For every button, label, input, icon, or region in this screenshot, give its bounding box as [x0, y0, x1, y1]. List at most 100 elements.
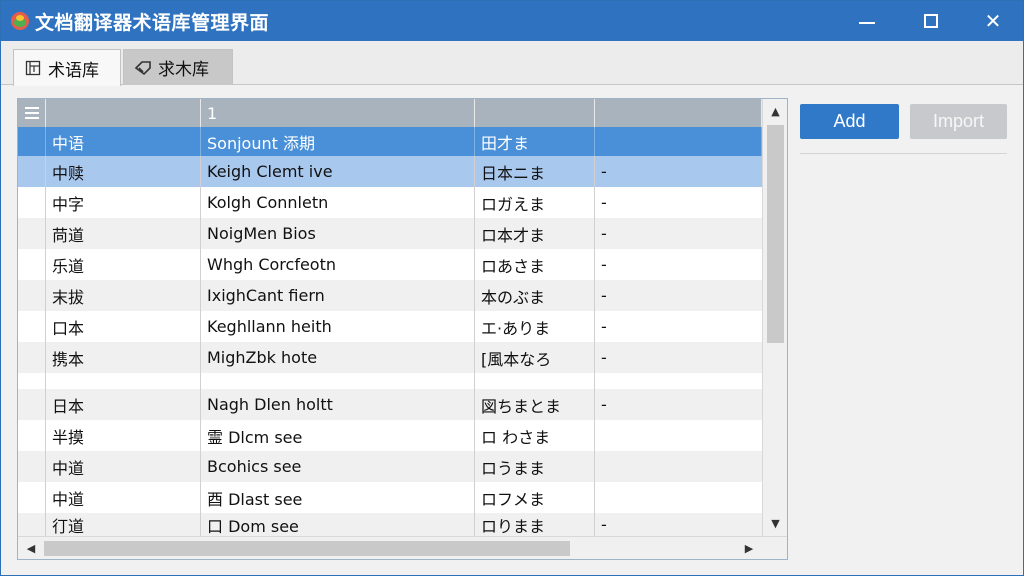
row-selector[interactable] [18, 218, 46, 249]
cell-chinese[interactable]: 中赎 [46, 156, 201, 187]
row-selector[interactable] [18, 373, 46, 389]
cell-extra[interactable]: - [595, 156, 762, 187]
title-bar[interactable]: 文档翻译器术语库管理界面 ✕ [1, 1, 1023, 41]
scroll-down-icon[interactable]: ▼ [763, 513, 787, 533]
table-row[interactable]: 中道 Bcohics see ロうまま [18, 451, 762, 482]
row-selector[interactable] [18, 451, 46, 482]
cell-chinese[interactable]: 携本 [46, 342, 201, 373]
table-row[interactable]: 乐道 Whgh Corcfeotn ロあさま - [18, 249, 762, 280]
cell-extra[interactable]: - [595, 218, 762, 249]
cell-extra[interactable] [595, 420, 762, 451]
cell-source[interactable]: Keghllann heith [201, 311, 475, 342]
cell-extra[interactable]: - [595, 513, 762, 536]
cell-source[interactable]: Keigh Clemt ive [201, 156, 475, 187]
column-header[interactable]: 1 [201, 99, 475, 127]
cell-japanese[interactable]: ロりまま [475, 513, 595, 536]
row-selector[interactable] [18, 156, 46, 187]
cell-japanese[interactable]: ロ わさま [475, 420, 595, 451]
cell-chinese[interactable]: 口本 [46, 311, 201, 342]
cell-source[interactable]: 口 Dom see [201, 513, 475, 536]
table-row[interactable]: 末拔 IxighCant fiern 本のぶま - [18, 280, 762, 311]
scroll-right-icon[interactable]: ▶ [738, 537, 760, 559]
add-button[interactable]: Add [800, 104, 899, 139]
cell-extra[interactable]: - [595, 187, 762, 218]
column-header[interactable] [595, 99, 762, 127]
cell-extra[interactable] [595, 482, 762, 513]
cell-japanese[interactable]: ロフメま [475, 482, 595, 513]
cell-japanese[interactable]: ロガえま [475, 187, 595, 218]
vertical-scroll-thumb[interactable] [767, 125, 784, 343]
cell-chinese[interactable]: 日本 [46, 389, 201, 420]
row-selector[interactable] [18, 420, 46, 451]
cell-source[interactable]: 酉 Dlast see [201, 482, 475, 513]
table-row[interactable]: 半摸霊 Dlcm see ロ わさま [18, 420, 762, 451]
cell-japanese[interactable] [475, 373, 595, 389]
cell-chinese[interactable]: 中道 [46, 482, 201, 513]
cell-chinese[interactable]: 苘道 [46, 218, 201, 249]
cell-source[interactable]: MighZbk hote [201, 342, 475, 373]
column-header[interactable] [46, 99, 201, 127]
cell-source[interactable]: NoigMen Bios [201, 218, 475, 249]
cell-japanese[interactable]: 図ちまとま [475, 389, 595, 420]
cell-extra[interactable] [595, 373, 762, 389]
table-row[interactable]: 㣔道口 Dom see ロりまま - [18, 513, 762, 536]
horizontal-scroll-thumb[interactable] [44, 541, 570, 556]
close-button[interactable]: ✕ [967, 1, 1019, 41]
minimize-button[interactable] [841, 1, 893, 41]
cell-extra[interactable]: - [595, 280, 762, 311]
table-row[interactable]: 携本 MighZbk hote [風本なろ - [18, 342, 762, 373]
cell-source[interactable]: Bcohics see [201, 451, 475, 482]
column-header[interactable] [475, 99, 595, 127]
cell-japanese[interactable]: [風本なろ [475, 342, 595, 373]
scroll-left-icon[interactable]: ◀ [20, 537, 42, 559]
grid-menu-button[interactable] [18, 99, 46, 127]
cell-source[interactable]: IxighCant fiern [201, 280, 475, 311]
row-selector[interactable] [18, 482, 46, 513]
row-selector[interactable] [18, 513, 46, 536]
cell-japanese[interactable]: ロあさま [475, 249, 595, 280]
cell-chinese[interactable]: 中道 [46, 451, 201, 482]
cell-japanese[interactable]: 本のぶま [475, 280, 595, 311]
cell-japanese[interactable]: ロ本才ま [475, 218, 595, 249]
vertical-scrollbar[interactable]: ▲ ▼ [762, 99, 787, 540]
cell-chinese[interactable]: 乐道 [46, 249, 201, 280]
table-row[interactable]: 口本 Keghllann heith エ·ありま - [18, 311, 762, 342]
horizontal-scrollbar[interactable]: ◀ ▶ [18, 536, 787, 559]
row-selector[interactable] [18, 127, 46, 156]
cell-chinese[interactable] [46, 373, 201, 389]
cell-extra[interactable] [595, 451, 762, 482]
cell-chinese[interactable]: 中字 [46, 187, 201, 218]
cell-chinese[interactable]: 㣔道 [46, 513, 201, 536]
row-selector[interactable] [18, 311, 46, 342]
cell-extra[interactable]: - [595, 389, 762, 420]
cell-japanese[interactable]: ロうまま [475, 451, 595, 482]
table-row[interactable]: 中赎 Keigh Clemt ive 日本ニま - [18, 156, 762, 187]
import-button[interactable]: Import [910, 104, 1007, 139]
cell-source[interactable]: 霊 Dlcm see [201, 420, 475, 451]
row-selector[interactable] [18, 342, 46, 373]
column-title-chinese[interactable]: 中语 [46, 127, 201, 156]
column-title-extra[interactable] [595, 127, 762, 156]
tab-tech-library[interactable]: 求木库 [123, 49, 233, 85]
cell-japanese[interactable]: 日本ニま [475, 156, 595, 187]
table-row[interactable]: 苘道 NoigMen Bios ロ本才ま - [18, 218, 762, 249]
cell-source[interactable] [201, 373, 475, 389]
cell-japanese[interactable]: エ·ありま [475, 311, 595, 342]
cell-source[interactable]: Whgh Corcfeotn [201, 249, 475, 280]
terminology-grid[interactable]: 1 中语 Sonjount 添期 田才ま 中赎 Keigh Clemt ive 日本… [17, 98, 788, 560]
table-row[interactable]: 中道酉 Dlast see ロフメま [18, 482, 762, 513]
row-selector[interactable] [18, 389, 46, 420]
row-selector[interactable] [18, 249, 46, 280]
table-row[interactable]: 日本 Nagh Dlen holtt 図ちまとま - [18, 389, 762, 420]
cell-extra[interactable]: - [595, 249, 762, 280]
cell-source[interactable]: Kolgh Connletn [201, 187, 475, 218]
column-title-japanese[interactable]: 田才ま [475, 127, 595, 156]
row-selector[interactable] [18, 280, 46, 311]
row-selector[interactable] [18, 187, 46, 218]
cell-chinese[interactable]: 半摸 [46, 420, 201, 451]
cell-extra[interactable]: - [595, 311, 762, 342]
cell-source[interactable]: Nagh Dlen holtt [201, 389, 475, 420]
maximize-button[interactable] [905, 1, 957, 41]
column-title-source[interactable]: Sonjount 添期 [201, 127, 475, 156]
tab-terminology[interactable]: 术语库 [13, 49, 121, 86]
